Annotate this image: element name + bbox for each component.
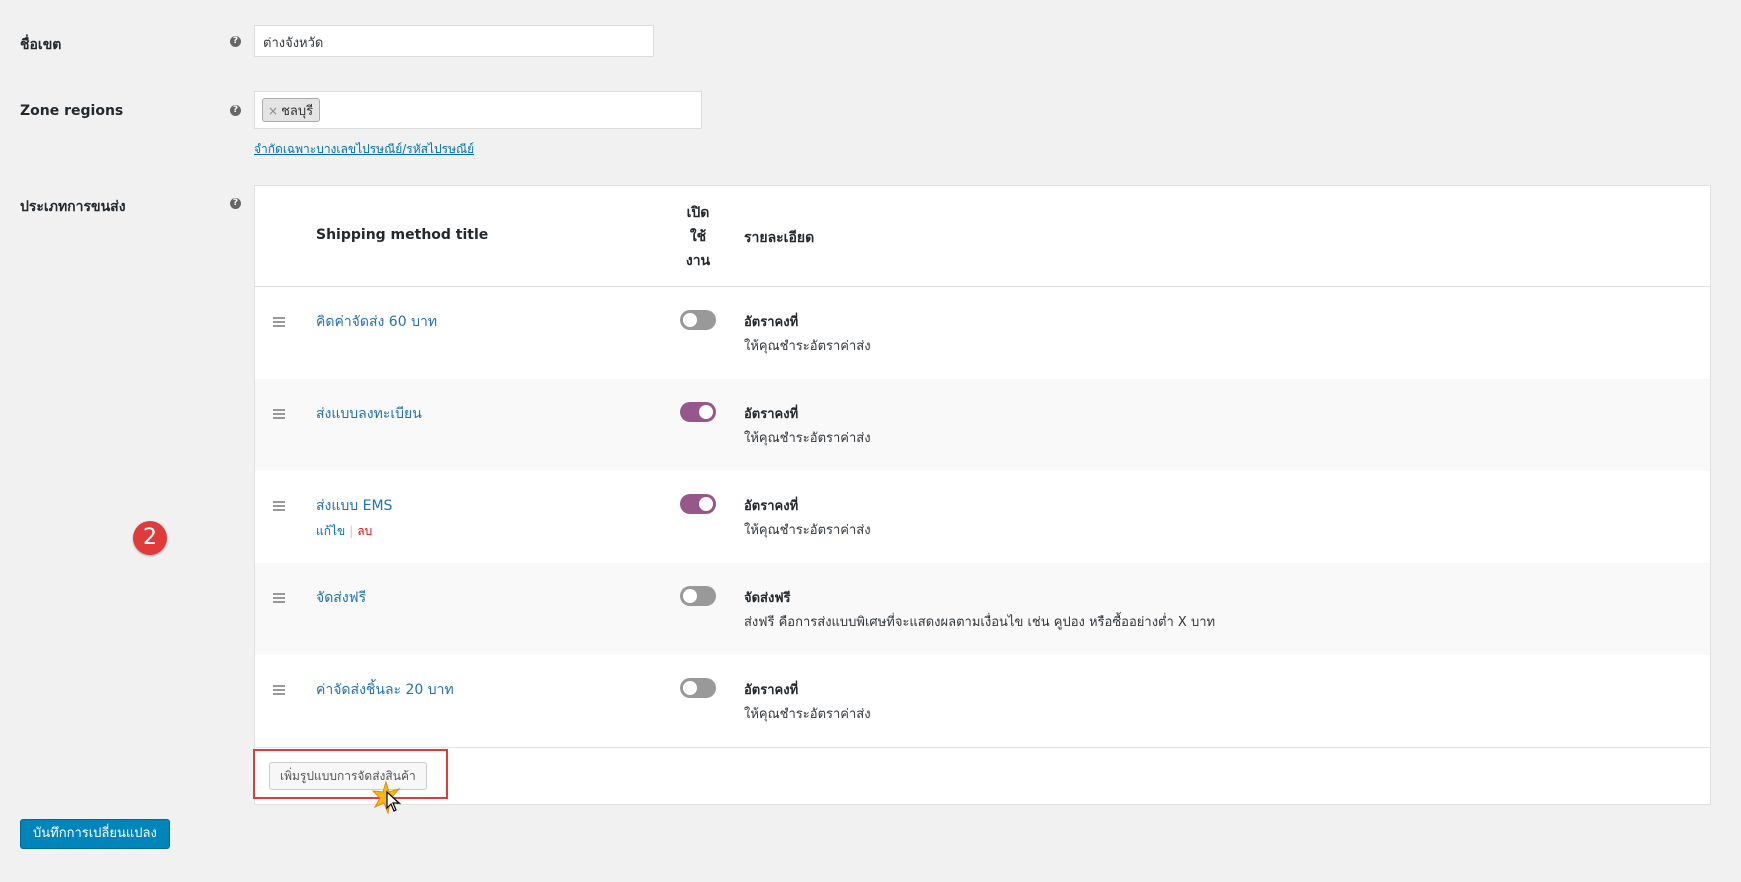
zone-name-label: ชื่อเขต — [20, 37, 62, 53]
action-separator: | — [349, 524, 354, 538]
help-icon[interactable]: ? — [230, 198, 241, 209]
col-enabled-header: เปิด ใช้ งาน — [678, 201, 718, 273]
table-row: คิดค่าจัดส่ง 60 บาท อัตราคงที่ ให้คุณชำร… — [255, 287, 1710, 379]
limit-postcodes-link[interactable]: จำกัดเฉพาะบางเลขไปรษณีย์/รหัสไปรษณีย์ — [254, 140, 474, 159]
method-desc-text: ให้คุณชำระอัตราค่าส่ง — [744, 339, 871, 354]
region-chip-label: ชลบุรี — [281, 104, 314, 119]
method-desc-title: อัตราคงที่ — [744, 499, 799, 514]
method-desc-text: ให้คุณชำระอัตราค่าส่ง — [744, 707, 871, 722]
method-title-link[interactable]: ค่าจัดส่งชิ้นละ 20 บาท — [316, 679, 454, 701]
edit-link[interactable]: แก้ไข — [316, 524, 345, 538]
row-actions: แก้ไข | ลบ — [316, 522, 372, 541]
drag-handle-icon[interactable] — [273, 685, 285, 697]
table-footer: เพิ่มรูปแบบการจัดส่งสินค้า — [255, 747, 1710, 805]
enabled-toggle[interactable] — [680, 310, 716, 330]
shipping-methods-label: ประเภทการขนส่ง — [20, 199, 126, 215]
method-desc-title: อัตราคงที่ — [744, 407, 799, 422]
col-title-header: Shipping method title — [316, 227, 489, 243]
step-badge: 2 — [133, 521, 167, 555]
drag-handle-icon[interactable] — [273, 501, 285, 513]
drag-handle-icon[interactable] — [273, 317, 285, 329]
delete-link[interactable]: ลบ — [357, 524, 372, 538]
enabled-toggle[interactable] — [680, 586, 716, 606]
enabled-toggle[interactable] — [680, 494, 716, 514]
method-desc-title: อัตราคงที่ — [744, 315, 799, 330]
col-enabled-line: เปิด — [686, 205, 710, 221]
method-desc-text: ส่งฟรี คือการส่งแบบพิเศษที่จะแสดงผลตามเง… — [744, 615, 1216, 630]
table-row: จัดส่งฟรี จัดส่งฟรี ส่งฟรี คือการส่งแบบพ… — [255, 563, 1710, 655]
method-title-link[interactable]: จัดส่งฟรี — [316, 587, 366, 609]
method-title-link[interactable]: คิดค่าจัดส่ง 60 บาท — [316, 311, 437, 333]
region-chip: × ชลบุรี — [262, 98, 321, 122]
table-row: ค่าจัดส่งชิ้นละ 20 บาท อัตราคงที่ ให้คุณ… — [255, 655, 1710, 747]
table-header: Shipping method title เปิด ใช้ งาน รายละ… — [255, 186, 1710, 287]
chip-remove-icon[interactable]: × — [268, 104, 278, 118]
zone-name-input[interactable]: ต่างจังหวัด — [254, 25, 654, 57]
col-desc-header: รายละเอียด — [744, 230, 815, 246]
drag-handle-icon[interactable] — [273, 593, 285, 605]
col-enabled-line: งาน — [685, 253, 711, 269]
enabled-toggle[interactable] — [680, 402, 716, 422]
method-title-link[interactable]: ส่งแบบ EMS — [316, 495, 392, 517]
help-icon[interactable]: ? — [230, 105, 241, 116]
highlight-box — [253, 749, 448, 799]
method-desc-title: อัตราคงที่ — [744, 683, 799, 698]
method-desc-title: จัดส่งฟรี — [744, 591, 791, 606]
shipping-methods-table: Shipping method title เปิด ใช้ งาน รายละ… — [254, 185, 1711, 805]
table-row: ส่งแบบลงทะเบียน อัตราคงที่ ให้คุณชำระอัต… — [255, 379, 1710, 471]
zone-regions-input[interactable]: × ชลบุรี — [254, 91, 702, 129]
method-desc-text: ให้คุณชำระอัตราค่าส่ง — [744, 431, 871, 446]
col-enabled-line: ใช้ — [689, 229, 707, 245]
save-changes-button[interactable]: บันทึกการเปลี่ยนแปลง — [20, 819, 170, 849]
enabled-toggle[interactable] — [680, 678, 716, 698]
table-row: ส่งแบบ EMS แก้ไข | ลบ อัตราคงที่ ให้คุณชำร… — [255, 471, 1710, 563]
drag-handle-icon[interactable] — [273, 409, 285, 421]
method-desc-text: ให้คุณชำระอัตราค่าส่ง — [744, 523, 871, 538]
zone-regions-label: Zone regions — [20, 103, 124, 119]
method-title-link[interactable]: ส่งแบบลงทะเบียน — [316, 403, 422, 425]
mouse-cursor-icon — [372, 780, 402, 815]
help-icon[interactable]: ? — [230, 36, 241, 47]
